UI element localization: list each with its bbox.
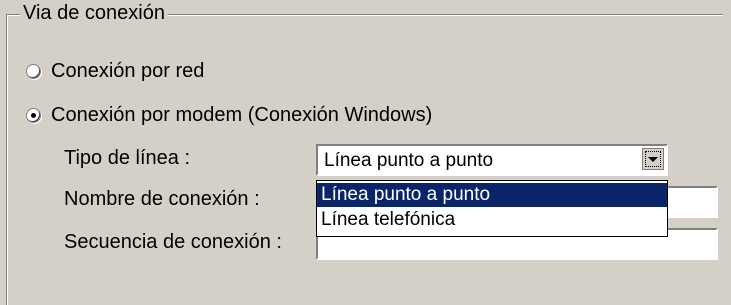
nombre-conexion-label: Nombre de conexión : <box>64 188 260 210</box>
radio-network-label: Conexión por red <box>51 60 205 82</box>
radio-modem[interactable]: Conexión por modem (Conexión Windows) <box>26 104 432 127</box>
group-title: Via de conexión <box>20 2 168 24</box>
radio-selected-dot <box>31 113 36 118</box>
tipo-linea-combobox[interactable]: Línea punto a punto <box>316 144 668 176</box>
dropdown-option-punto-a-punto[interactable]: Línea punto a punto <box>317 183 667 207</box>
combo-dropdown-button[interactable] <box>642 148 664 170</box>
tipo-linea-value: Línea punto a punto <box>324 150 494 171</box>
dropdown-option-telefonica[interactable]: Línea telefónica <box>317 208 667 232</box>
tipo-linea-dropdown-list[interactable]: Línea punto a punto Línea telefónica <box>316 180 668 237</box>
radio-modem-label: Conexión por modem (Conexión Windows) <box>51 104 433 126</box>
radio-network-indicator[interactable] <box>26 64 41 79</box>
tipo-linea-label: Tipo de línea : <box>64 147 191 169</box>
radio-modem-indicator[interactable] <box>26 108 41 123</box>
secuencia-conexion-label: Secuencia de conexión : <box>64 231 282 253</box>
radio-network[interactable]: Conexión por red <box>26 60 204 83</box>
chevron-down-icon <box>648 156 658 162</box>
